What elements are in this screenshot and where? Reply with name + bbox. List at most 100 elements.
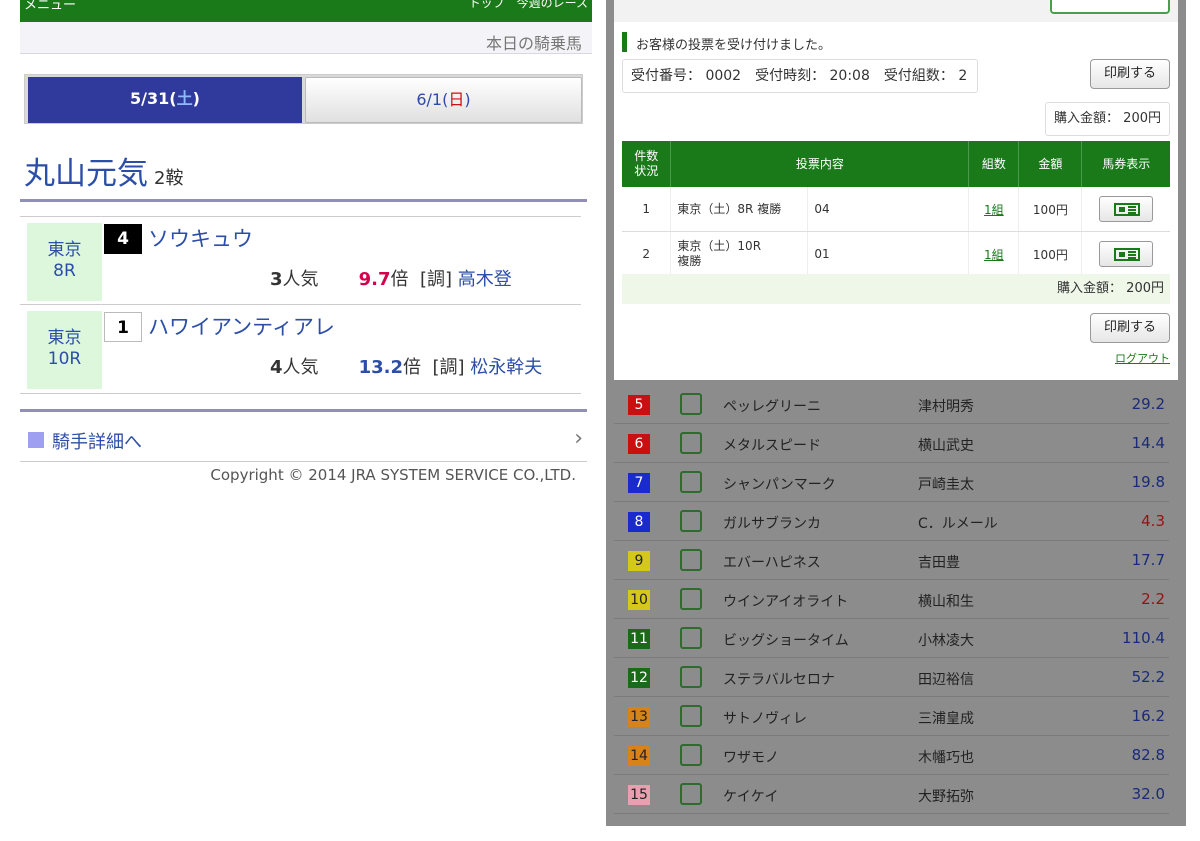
tab-date-label: 5/31( bbox=[130, 89, 177, 108]
horse-row[interactable]: 9 エバーハピネス 吉田豊 17.7 bbox=[614, 541, 1169, 580]
odds-value: 29.2 bbox=[1131, 395, 1165, 413]
horse-name: ウインアイオライト bbox=[723, 594, 849, 610]
jockey-name: 横山和生 bbox=[918, 594, 974, 610]
horse-row[interactable]: 5 ペッレグリーニ 津村明秀 29.2 bbox=[614, 385, 1169, 424]
select-checkbox[interactable] bbox=[680, 510, 702, 532]
select-checkbox[interactable] bbox=[680, 432, 702, 454]
jockey-name: 田辺裕信 bbox=[918, 672, 974, 688]
odds-value: 2.2 bbox=[1141, 590, 1165, 608]
jockey-detail-link[interactable]: 騎手詳細へ › bbox=[20, 418, 587, 462]
horse-name: ペッレグリーニ bbox=[723, 399, 821, 415]
jockey-name: 吉田豊 bbox=[918, 555, 960, 571]
horse-name-link[interactable]: ハワイアンティアレ bbox=[148, 311, 335, 341]
tab-close-paren: ) bbox=[464, 90, 471, 109]
print-button-bottom[interactable]: 印刷する bbox=[1090, 313, 1170, 343]
post-number-badge: 5 bbox=[628, 395, 650, 415]
odds-value: 13.2 bbox=[358, 357, 404, 378]
post-number-badge: 7 bbox=[628, 473, 650, 493]
tab-day-label: 土 bbox=[176, 89, 193, 108]
horse-row[interactable]: 7 シャンパンマーク 戸崎圭太 19.8 bbox=[614, 463, 1169, 502]
tab-date-sun[interactable]: 6/1(日) bbox=[305, 77, 582, 123]
top-link[interactable]: トップ 今週のレース bbox=[469, 0, 588, 11]
menu-link[interactable]: メニュー bbox=[24, 0, 76, 13]
race-number: 8R bbox=[53, 261, 76, 281]
odds-value: 9.7 bbox=[358, 269, 391, 290]
row-race: 東京（土）8R 複勝 bbox=[671, 187, 809, 231]
select-checkbox[interactable] bbox=[680, 471, 702, 493]
horse-row[interactable]: 6 メタルスピード 横山武史 14.4 bbox=[614, 424, 1169, 463]
horse-row[interactable]: 14 ワザモノ 木幡巧也 82.8 bbox=[614, 736, 1169, 775]
post-number-badge: 11 bbox=[628, 629, 650, 649]
post-number-badge: 6 bbox=[628, 434, 650, 454]
table-header-row: 件数 状況 投票内容 組数 金額 馬券表示 bbox=[622, 141, 1170, 187]
tab-close-paren: ) bbox=[192, 89, 200, 108]
sets-link[interactable]: 1組 bbox=[984, 248, 1004, 262]
horse-row[interactable]: 11 ビッグショータイム 小林凌大 110.4 bbox=[614, 619, 1169, 658]
divider bbox=[20, 409, 587, 412]
logout-link[interactable]: ログアウト bbox=[1115, 350, 1170, 366]
select-checkbox[interactable] bbox=[680, 666, 702, 688]
select-checkbox[interactable] bbox=[680, 393, 702, 415]
horse-row[interactable]: 15 ケイケイ 大野拓弥 32.0 bbox=[614, 775, 1169, 814]
horse-row[interactable]: 8 ガルサブランカ C．ルメール 4.3 bbox=[614, 502, 1169, 541]
tab-date-label: 6/1( bbox=[416, 90, 449, 109]
ride-count: 2鞍 bbox=[154, 168, 184, 189]
select-checkbox[interactable] bbox=[680, 549, 702, 571]
row-number: 1 bbox=[622, 187, 672, 232]
race-row[interactable]: 東京 8R 4 ソウキュウ 3人気 9.7倍 [調] 高木登 bbox=[20, 216, 581, 305]
trainer-tag: [調] bbox=[419, 269, 452, 290]
trainer-link[interactable]: 松永幹夫 bbox=[470, 357, 542, 378]
post-number-badge: 13 bbox=[628, 707, 650, 727]
jockey-name: 大野拓弥 bbox=[918, 789, 974, 805]
row-amount: 100円 bbox=[1018, 187, 1083, 232]
jockey-name: 木幡巧也 bbox=[918, 750, 974, 766]
popularity-value: 3 bbox=[270, 269, 283, 290]
horse-row[interactable]: 13 サトノヴィレ 三浦皇成 16.2 bbox=[614, 697, 1169, 736]
jockey-name: 三浦皇成 bbox=[918, 711, 974, 727]
horse-number-badge: 1 bbox=[104, 312, 142, 342]
odds-value: 52.2 bbox=[1131, 668, 1165, 686]
horse-row[interactable]: 10 ウインアイオライト 横山和生 2.2 bbox=[614, 580, 1169, 619]
ticket-view-icon[interactable] bbox=[1099, 241, 1154, 267]
select-checkbox[interactable] bbox=[680, 783, 702, 805]
select-checkbox[interactable] bbox=[680, 705, 702, 727]
odds-suffix: 倍 bbox=[390, 269, 409, 290]
odds-value: 110.4 bbox=[1122, 629, 1165, 647]
horse-name: サトノヴィレ bbox=[723, 711, 807, 727]
select-checkbox[interactable] bbox=[680, 588, 702, 610]
horse-name-link[interactable]: ソウキュウ bbox=[148, 223, 253, 253]
horse-name: メタルスピード bbox=[723, 438, 821, 454]
sets-link[interactable]: 1組 bbox=[984, 203, 1004, 217]
jockey-name: 戸崎圭太 bbox=[918, 477, 974, 493]
race-row[interactable]: 東京 10R 1 ハワイアンティアレ 4人気 13.2倍 [調] 松永幹夫 bbox=[20, 305, 581, 394]
table-row: 1 東京（土）8R 複勝 04 1組 100円 bbox=[622, 187, 1170, 232]
post-number-badge: 15 bbox=[628, 785, 650, 805]
odds-value: 16.2 bbox=[1131, 707, 1165, 725]
print-button-top[interactable]: 印刷する bbox=[1090, 59, 1170, 89]
page-subheader: 本日の騎乗馬 bbox=[20, 22, 592, 54]
select-checkbox[interactable] bbox=[680, 627, 702, 649]
odds-value: 19.8 bbox=[1131, 473, 1165, 491]
row-selection: 01 bbox=[814, 247, 830, 261]
select-checkbox[interactable] bbox=[680, 744, 702, 766]
ticket-view-icon[interactable] bbox=[1099, 196, 1154, 222]
jockey-page: メニュー トップ 今週のレース 本日の騎乗馬 5/31(土) 6/1(日) 丸山… bbox=[0, 0, 600, 841]
col-amount: 金額 bbox=[1018, 141, 1083, 187]
receipt-info: 受付番号： 0002 受付時刻： 20:08 受付組数： 2 bbox=[622, 59, 978, 93]
total-amount: 購入金額： 200円 bbox=[622, 274, 1170, 304]
horse-list: 5 ペッレグリーニ 津村明秀 29.2 6 メタルスピード 横山武史 14.4 7 シャンパンマー… bbox=[614, 385, 1169, 814]
jockey-detail-label: 騎手詳細へ bbox=[52, 432, 142, 453]
trainer-link[interactable]: 高木登 bbox=[458, 269, 512, 290]
jockey-name: 津村明秀 bbox=[918, 399, 974, 415]
tab-day-label: 日 bbox=[448, 90, 465, 109]
col-count-line1: 件数 bbox=[634, 149, 659, 163]
horse-name: エバーハピネス bbox=[723, 555, 821, 571]
header-button[interactable] bbox=[1050, 0, 1170, 14]
post-number-badge: 12 bbox=[628, 668, 650, 688]
date-tabs: 5/31(土) 6/1(日) bbox=[24, 74, 583, 124]
confirmation-text: お客様の投票を受け付けました。 bbox=[636, 38, 832, 53]
horse-name: ガルサブランカ bbox=[723, 516, 821, 532]
tab-date-sat[interactable]: 5/31(土) bbox=[28, 77, 302, 123]
jockey-name: C．ルメール bbox=[918, 516, 998, 532]
horse-row[interactable]: 12 ステラバルセロナ 田辺裕信 52.2 bbox=[614, 658, 1169, 697]
